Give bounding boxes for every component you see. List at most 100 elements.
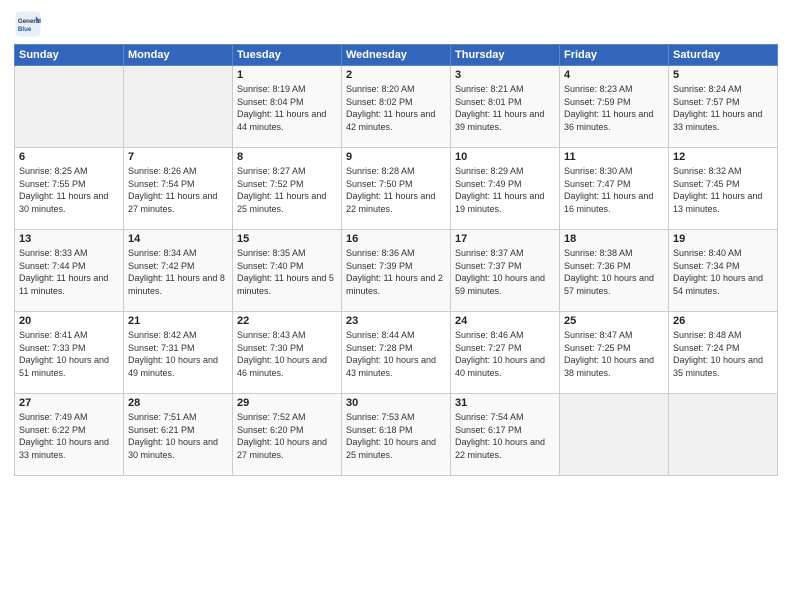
day-cell: 6Sunrise: 8:25 AM Sunset: 7:55 PM Daylig… [15,148,124,230]
day-detail: Sunrise: 8:41 AM Sunset: 7:33 PM Dayligh… [19,329,119,379]
col-header-wednesday: Wednesday [342,45,451,66]
day-detail: Sunrise: 8:35 AM Sunset: 7:40 PM Dayligh… [237,247,337,297]
day-cell: 11 Sunrise: 8:30 AM Sunset: 7:47 PM Dayli… [560,148,669,230]
day-number: 2 [346,69,446,81]
day-cell: 25 Sunrise: 8:47 AM Sunset: 7:25 PM Dayli… [560,312,669,394]
day-cell [15,66,124,148]
day-cell [124,66,233,148]
week-row-2: 6Sunrise: 8:25 AM Sunset: 7:55 PM Daylig… [15,148,778,230]
day-detail: Sunrise: 8:48 AM Sunset: 7:24 PM Dayligh… [673,329,773,379]
day-cell: 3Sunrise: 8:21 AM Sunset: 8:01 PM Daylig… [451,66,560,148]
day-number: 6 [19,151,119,163]
day-cell: 8 Sunrise: 8:27 AM Sunset: 7:52 PM Daylig… [233,148,342,230]
day-number: 24 [455,315,555,327]
day-number: 12 [673,151,773,163]
col-header-saturday: Saturday [669,45,778,66]
col-header-monday: Monday [124,45,233,66]
calendar-body: 1 Sunrise: 8:19 AM Sunset: 8:04 PM Daylig… [15,66,778,476]
day-detail: Sunrise: 8:44 AM Sunset: 7:28 PM Dayligh… [346,329,446,379]
day-number: 8 [237,151,337,163]
day-detail: Sunrise: 7:49 AM Sunset: 6:22 PM Dayligh… [19,411,119,461]
day-number: 29 [237,397,337,409]
day-cell [560,394,669,476]
calendar-header-row: SundayMondayTuesdayWednesdayThursdayFrid… [15,45,778,66]
day-number: 9 [346,151,446,163]
col-header-friday: Friday [560,45,669,66]
day-detail: Sunrise: 7:52 AM Sunset: 6:20 PM Dayligh… [237,411,337,461]
day-cell: 24Sunrise: 8:46 AM Sunset: 7:27 PM Dayli… [451,312,560,394]
week-row-3: 13Sunrise: 8:33 AM Sunset: 7:44 PM Dayli… [15,230,778,312]
day-number: 21 [128,315,228,327]
day-cell: 13Sunrise: 8:33 AM Sunset: 7:44 PM Dayli… [15,230,124,312]
day-detail: Sunrise: 8:40 AM Sunset: 7:34 PM Dayligh… [673,247,773,297]
week-row-5: 27 Sunrise: 7:49 AM Sunset: 6:22 PM Dayli… [15,394,778,476]
page-header: General Blue [14,10,778,38]
day-number: 16 [346,233,446,245]
day-cell: 1 Sunrise: 8:19 AM Sunset: 8:04 PM Daylig… [233,66,342,148]
day-number: 26 [673,315,773,327]
col-header-tuesday: Tuesday [233,45,342,66]
day-detail: Sunrise: 8:42 AM Sunset: 7:31 PM Dayligh… [128,329,228,379]
day-cell: 9 Sunrise: 8:28 AM Sunset: 7:50 PM Daylig… [342,148,451,230]
day-number: 17 [455,233,555,245]
day-cell: 12 Sunrise: 8:32 AM Sunset: 7:45 PM Dayli… [669,148,778,230]
day-detail: Sunrise: 8:29 AM Sunset: 7:49 PM Dayligh… [455,165,555,215]
day-number: 14 [128,233,228,245]
svg-text:Blue: Blue [18,26,32,33]
logo-icon: General Blue [14,10,42,38]
day-cell: 10 Sunrise: 8:29 AM Sunset: 7:49 PM Dayli… [451,148,560,230]
day-number: 1 [237,69,337,81]
day-detail: Sunrise: 8:27 AM Sunset: 7:52 PM Dayligh… [237,165,337,215]
day-cell: 20Sunrise: 8:41 AM Sunset: 7:33 PM Dayli… [15,312,124,394]
day-cell: 14 Sunrise: 8:34 AM Sunset: 7:42 PM Dayli… [124,230,233,312]
col-header-sunday: Sunday [15,45,124,66]
day-number: 13 [19,233,119,245]
calendar-table: SundayMondayTuesdayWednesdayThursdayFrid… [14,44,778,476]
day-cell: 27 Sunrise: 7:49 AM Sunset: 6:22 PM Dayli… [15,394,124,476]
day-cell [669,394,778,476]
day-number: 31 [455,397,555,409]
day-number: 25 [564,315,664,327]
logo: General Blue [14,10,46,38]
day-cell: 29 Sunrise: 7:52 AM Sunset: 6:20 PM Dayli… [233,394,342,476]
day-detail: Sunrise: 8:32 AM Sunset: 7:45 PM Dayligh… [673,165,773,215]
day-number: 27 [19,397,119,409]
day-number: 4 [564,69,664,81]
week-row-4: 20Sunrise: 8:41 AM Sunset: 7:33 PM Dayli… [15,312,778,394]
day-detail: Sunrise: 7:54 AM Sunset: 6:17 PM Dayligh… [455,411,555,461]
day-detail: Sunrise: 7:53 AM Sunset: 6:18 PM Dayligh… [346,411,446,461]
day-cell: 28 Sunrise: 7:51 AM Sunset: 6:21 PM Dayli… [124,394,233,476]
day-cell: 2Sunrise: 8:20 AM Sunset: 8:02 PM Daylig… [342,66,451,148]
day-detail: Sunrise: 8:28 AM Sunset: 7:50 PM Dayligh… [346,165,446,215]
day-cell: 23 Sunrise: 8:44 AM Sunset: 7:28 PM Dayli… [342,312,451,394]
day-number: 10 [455,151,555,163]
day-detail: Sunrise: 8:37 AM Sunset: 7:37 PM Dayligh… [455,247,555,297]
day-detail: Sunrise: 8:21 AM Sunset: 8:01 PM Dayligh… [455,83,555,133]
day-number: 11 [564,151,664,163]
day-cell: 30 Sunrise: 7:53 AM Sunset: 6:18 PM Dayli… [342,394,451,476]
day-cell: 17 Sunrise: 8:37 AM Sunset: 7:37 PM Dayli… [451,230,560,312]
day-cell: 5Sunrise: 8:24 AM Sunset: 7:57 PM Daylig… [669,66,778,148]
day-detail: Sunrise: 8:47 AM Sunset: 7:25 PM Dayligh… [564,329,664,379]
day-number: 19 [673,233,773,245]
week-row-1: 1 Sunrise: 8:19 AM Sunset: 8:04 PM Daylig… [15,66,778,148]
day-number: 18 [564,233,664,245]
day-cell: 22 Sunrise: 8:43 AM Sunset: 7:30 PM Dayli… [233,312,342,394]
day-detail: Sunrise: 8:26 AM Sunset: 7:54 PM Dayligh… [128,165,228,215]
day-detail: Sunrise: 8:43 AM Sunset: 7:30 PM Dayligh… [237,329,337,379]
day-cell: 26 Sunrise: 8:48 AM Sunset: 7:24 PM Dayli… [669,312,778,394]
day-detail: Sunrise: 7:51 AM Sunset: 6:21 PM Dayligh… [128,411,228,461]
day-cell: 4Sunrise: 8:23 AM Sunset: 7:59 PM Daylig… [560,66,669,148]
day-detail: Sunrise: 8:30 AM Sunset: 7:47 PM Dayligh… [564,165,664,215]
day-detail: Sunrise: 8:38 AM Sunset: 7:36 PM Dayligh… [564,247,664,297]
day-number: 28 [128,397,228,409]
day-number: 15 [237,233,337,245]
day-cell: 7Sunrise: 8:26 AM Sunset: 7:54 PM Daylig… [124,148,233,230]
day-detail: Sunrise: 8:24 AM Sunset: 7:57 PM Dayligh… [673,83,773,133]
day-number: 30 [346,397,446,409]
day-number: 22 [237,315,337,327]
day-number: 23 [346,315,446,327]
day-cell: 31 Sunrise: 7:54 AM Sunset: 6:17 PM Dayli… [451,394,560,476]
day-detail: Sunrise: 8:34 AM Sunset: 7:42 PM Dayligh… [128,247,228,297]
day-detail: Sunrise: 8:19 AM Sunset: 8:04 PM Dayligh… [237,83,337,133]
